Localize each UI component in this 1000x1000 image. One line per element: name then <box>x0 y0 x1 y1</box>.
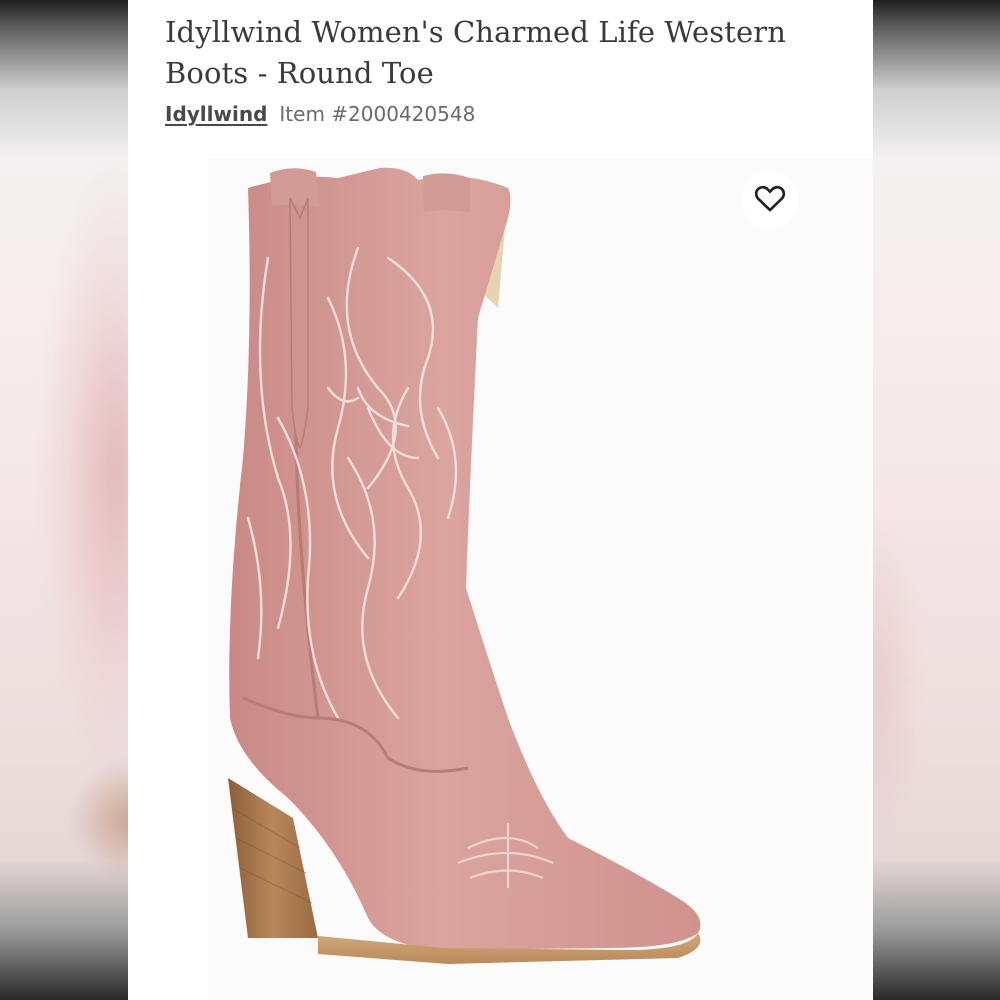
boot-illustration <box>228 167 701 964</box>
product-title: Idyllwind Women's Charmed Life Western B… <box>165 15 786 90</box>
product-image[interactable] <box>208 158 873 1000</box>
blurred-backdrop-left <box>0 0 128 1000</box>
screenshot-frame: Idyllwind Women's Charmed Life Western B… <box>0 0 1000 1000</box>
product-panel: Idyllwind Women's Charmed Life Western B… <box>128 0 873 1000</box>
brand-link[interactable]: Idyllwind <box>165 102 267 126</box>
blurred-backdrop-right <box>873 0 1000 1000</box>
product-meta: Idyllwind Item #2000420548 <box>165 100 475 128</box>
heart-outline-icon <box>753 181 787 219</box>
wishlist-button[interactable] <box>742 172 798 228</box>
item-number: Item #2000420548 <box>279 102 476 126</box>
